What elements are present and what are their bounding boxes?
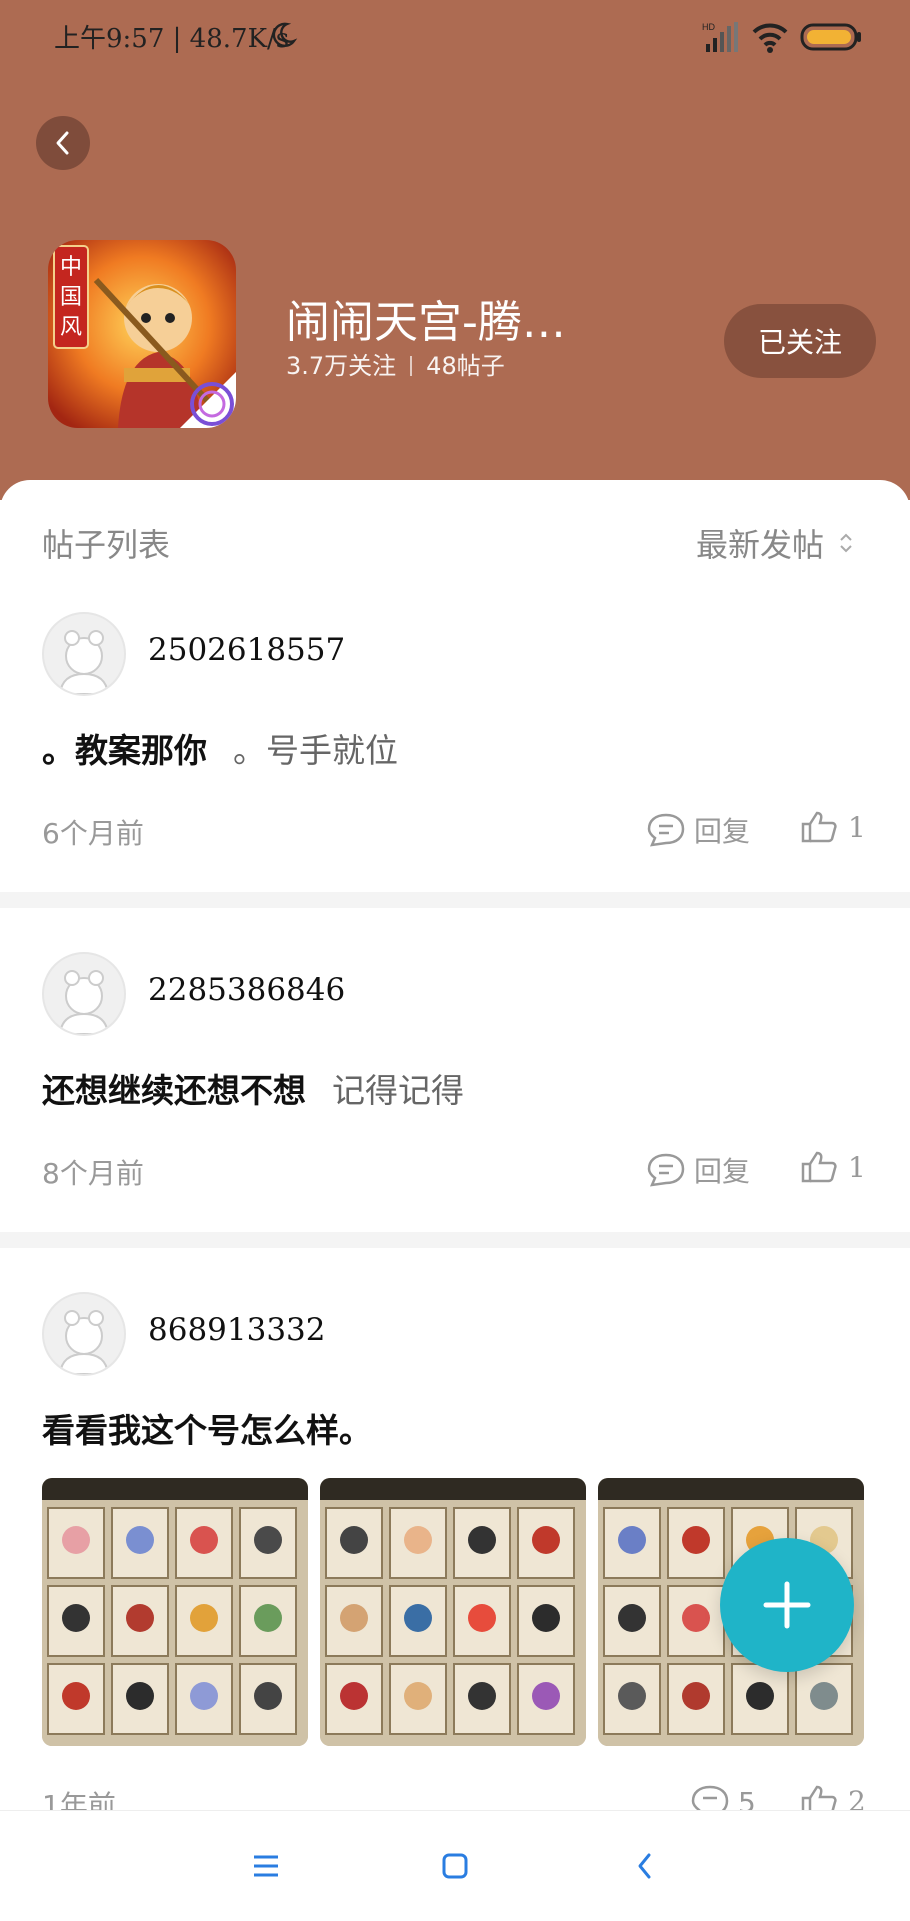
post-username[interactable]: 2285386846 [148,972,345,1008]
reply-label: 回复 [694,815,751,848]
chevron-left-icon [638,1853,651,1879]
post-divider [0,1232,910,1248]
system-nav-bar [0,1810,910,1921]
follow-button[interactable]: 已关注 [724,304,876,378]
avatar[interactable] [42,612,126,696]
post-image[interactable] [42,1478,308,1746]
reply-button[interactable]: 回复 [646,810,750,850]
avatar-placeholder-icon [58,630,110,694]
avatar-placeholder-icon [58,970,110,1034]
like-count: 1 [848,810,866,844]
stats-divider [410,356,413,376]
app-stats: 3.7万关注 48帖子 [286,346,505,381]
game-screenshot-thumbnail [42,1478,308,1746]
moon-icon [272,22,298,47]
app-header: 上午9:57 | 48.7K/s HD 中 国 风 闹闹天宫-腾… 3.7万关注… [0,0,910,500]
like-count: 1 [848,1150,866,1184]
thumbs-up-icon [801,811,837,843]
post-body: 记得记得 [332,1071,464,1110]
thumbs-up-icon [801,1151,837,1183]
post-title-text: 。教案那你 [42,731,207,770]
network-label: HD [702,22,715,32]
posts-count: 48帖子 [426,352,505,380]
post-time: 8个月前 [42,1157,144,1190]
post-title[interactable]: 看看我这个号怎么样。 [42,1404,372,1452]
avatar[interactable] [42,952,126,1036]
post-title[interactable]: 。教案那你 。号手就位 [42,724,398,772]
new-post-button[interactable] [720,1538,854,1672]
app-icon: 中 国 风 [48,240,236,428]
battery-icon [800,23,861,51]
post-body: 。号手就位 [233,731,398,770]
app-title: 闹闹天宫-腾… [286,297,566,348]
list-title: 帖子列表 [42,526,171,564]
post-time: 6个月前 [42,817,144,850]
status-time: 上午9:57 | 48.7K/s [54,24,290,54]
comment-icon [647,813,685,847]
post-title-text: 还想继续还想不想 [42,1071,306,1110]
back-button[interactable] [36,116,90,170]
comment-icon [647,1153,685,1187]
post-username[interactable]: 2502618557 [148,632,345,668]
system-back-button[interactable] [622,1843,668,1889]
wifi-icon [752,23,788,53]
menu-icon [254,1855,278,1877]
icon-banner-char-3: 风 [60,315,82,340]
avatar[interactable] [42,1292,126,1376]
reply-button[interactable]: 回复 [646,1150,750,1190]
signal-icon: HD [702,22,738,52]
plus-icon [763,1581,811,1629]
sort-label: 最新发帖 [695,526,824,564]
status-bar: 上午9:57 | 48.7K/s HD [0,0,910,74]
avatar-placeholder-icon [58,1310,110,1374]
post-image[interactable] [320,1478,586,1746]
icon-banner-char-1: 中 [60,255,82,280]
home-button[interactable] [432,1843,478,1889]
home-square-icon [442,1853,468,1879]
icon-banner-char-2: 国 [60,285,82,310]
followers-count: 3.7万关注 [286,352,397,380]
like-button[interactable]: 1 [800,1150,866,1184]
post-title[interactable]: 还想继续还想不想 记得记得 [42,1064,464,1112]
sort-dropdown[interactable]: 最新发帖 [696,520,854,566]
game-screenshot-thumbnail [320,1478,586,1746]
reply-label: 回复 [694,1155,751,1188]
like-button[interactable]: 1 [800,810,866,844]
chevron-left-icon [56,131,69,155]
menu-button[interactable] [243,1843,289,1889]
post-divider [0,892,910,908]
post-username[interactable]: 868913332 [148,1312,326,1348]
sort-arrows-icon [840,533,852,553]
